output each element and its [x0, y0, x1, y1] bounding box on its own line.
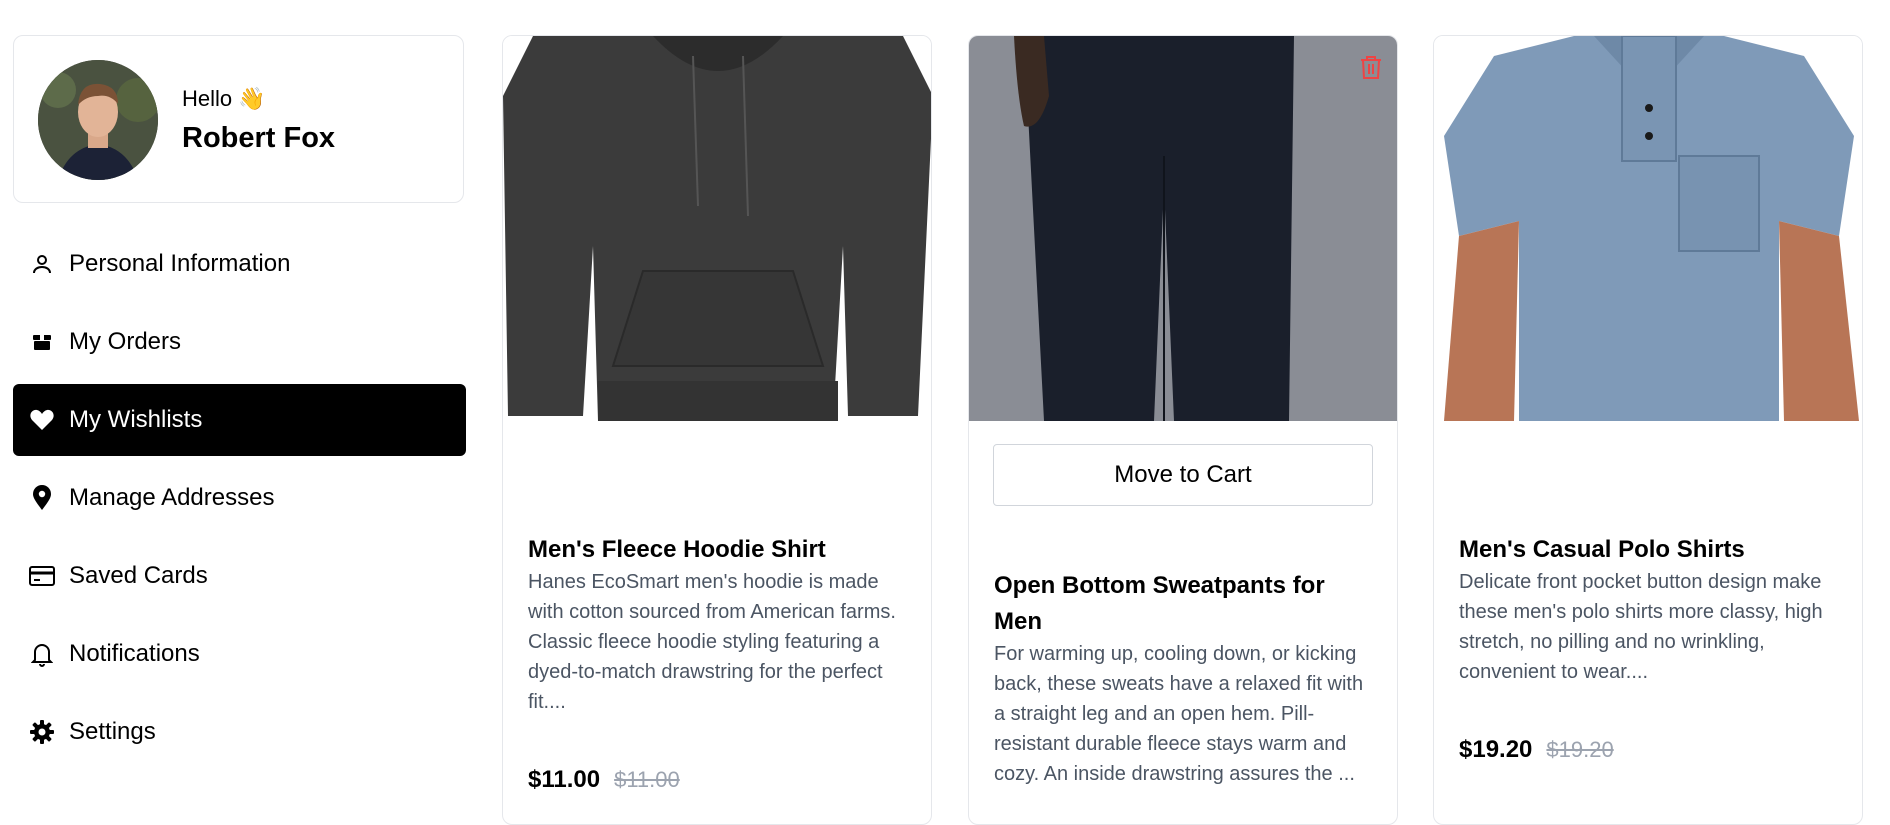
product-image-sweatpants[interactable] [969, 36, 1397, 421]
product-title[interactable]: Men's Casual Polo Shirts [1459, 532, 1837, 568]
sidebar-item-label: My Orders [69, 328, 182, 355]
sidebar-item-my-wishlists[interactable]: My Wishlists [13, 384, 466, 456]
gear-icon [29, 719, 55, 745]
sidebar-item-label: Personal Information [69, 250, 291, 277]
price-row: $19.20 $19.20 [1459, 736, 1614, 764]
map-pin-icon [29, 485, 55, 511]
avatar [38, 60, 158, 180]
product-old-price: $19.20 [1546, 737, 1614, 762]
product-price: $11.00 [528, 766, 601, 793]
user-icon [29, 251, 55, 277]
product-description: Delicate front pocket button design make… [1459, 571, 1823, 683]
greeting: Hello 👋 [182, 86, 266, 111]
sidebar-item-manage-addresses[interactable]: Manage Addresses [13, 462, 466, 534]
sidebar-item-saved-cards[interactable]: Saved Cards [13, 540, 466, 612]
sidebar-item-notifications[interactable]: Notifications [13, 618, 466, 690]
trash-icon[interactable] [1359, 54, 1383, 80]
sidebar-item-label: Settings [69, 718, 156, 745]
profile-card: Hello 👋 Robert Fox [13, 35, 464, 203]
wave-emoji: 👋 [238, 86, 266, 111]
sidebar-item-label: Manage Addresses [69, 484, 275, 511]
product-card[interactable]: Men's Fleece Hoodie Shirt Hanes EcoSmart… [502, 35, 932, 825]
sidebar-item-settings[interactable]: Settings [13, 696, 466, 768]
user-name: Robert Fox [182, 122, 336, 154]
move-to-cart-button[interactable]: Move to Cart [993, 444, 1373, 506]
product-description: Hanes EcoSmart men's hoodie is made with… [528, 571, 896, 713]
heart-icon [29, 407, 55, 433]
sidebar-nav: Personal Information My Orders My Wishli… [13, 228, 466, 774]
product-old-price: $11.00 [614, 767, 680, 792]
product-title[interactable]: Open Bottom Sweatpants for Men [994, 568, 1372, 640]
sidebar-item-label: Notifications [69, 640, 200, 667]
sidebar-item-personal-information[interactable]: Personal Information [13, 228, 466, 300]
product-image-polo[interactable] [1434, 36, 1862, 421]
product-description: For warming up, cooling down, or kicking… [994, 643, 1364, 785]
product-image-hoodie[interactable] [503, 36, 931, 421]
product-card[interactable]: Men's Casual Polo Shirts Delicate front … [1433, 35, 1863, 825]
box-icon [29, 329, 55, 355]
product-title[interactable]: Men's Fleece Hoodie Shirt [528, 532, 906, 568]
sidebar-item-label: Saved Cards [69, 562, 208, 589]
sidebar-item-my-orders[interactable]: My Orders [13, 306, 466, 378]
product-price: $19.20 [1459, 736, 1533, 763]
sidebar-item-label: My Wishlists [69, 406, 203, 433]
price-row: $11.00 $11.00 [528, 766, 680, 794]
product-card[interactable]: Move to Cart Open Bottom Sweatpants for … [968, 35, 1398, 825]
credit-card-icon [29, 563, 55, 589]
bell-icon [29, 641, 55, 667]
